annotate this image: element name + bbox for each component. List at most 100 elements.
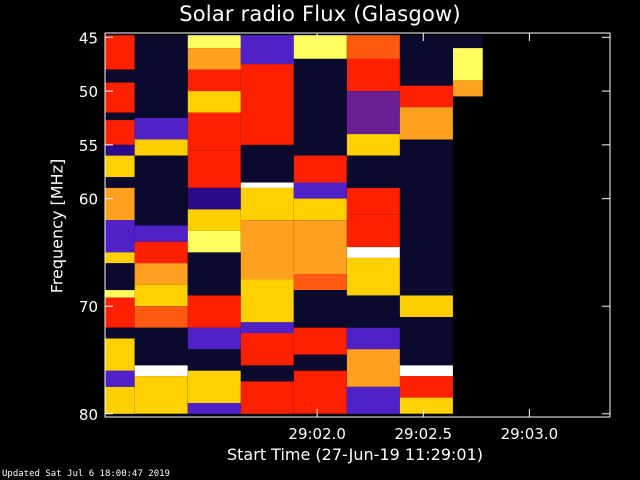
- spectrogram-cell: [187, 150, 241, 188]
- spectrogram-cell: [346, 295, 400, 328]
- spectrogram-cell: [134, 225, 188, 242]
- spectrogram-cell: [105, 69, 135, 83]
- spectrogram-cell: [105, 187, 135, 221]
- spectrogram-cell: [187, 230, 241, 253]
- spectrogram-cell: [105, 220, 135, 253]
- spectrogram-cell: [293, 354, 347, 371]
- y-tick-label: 50: [79, 83, 98, 101]
- spectrogram-cell: [240, 144, 294, 183]
- spectrogram-cell: [187, 112, 241, 151]
- spectrogram-cell: [399, 376, 453, 398]
- spectrogram-cell: [293, 290, 347, 328]
- spectrogram-cell: [105, 35, 135, 70]
- spectrogram-cell: [346, 247, 400, 258]
- spectrogram-cell: [346, 257, 400, 296]
- spectrogram-cell: [346, 187, 400, 215]
- spectrogram-cell: [187, 370, 241, 403]
- spectrogram-cell: [105, 263, 135, 291]
- x-tick-label: 29:02.0: [288, 425, 346, 443]
- spectrogram-cell: [346, 134, 400, 156]
- spectrogram-cell: [293, 198, 347, 221]
- spectrogram-cell: [187, 48, 241, 70]
- spectrogram-cell: [134, 155, 188, 226]
- spectrogram-cell: [105, 120, 135, 145]
- spectrogram-cell: [187, 35, 241, 49]
- spectrogram-cell: [187, 187, 241, 210]
- spectrogram-cell: [240, 187, 294, 221]
- spectrogram-cell: [134, 139, 188, 156]
- plot-area: 45 50 55 60 70 80 29:02.0 29:02.5 29:03.0: [79, 29, 611, 443]
- spectrogram-cell: [293, 273, 347, 290]
- spectrogram-cell: [105, 252, 135, 264]
- spectrogram-cell: [399, 85, 453, 108]
- spectrogram-cell: [399, 365, 453, 377]
- spectrogram-cell: [346, 214, 400, 248]
- spectrogram-cell: [105, 370, 135, 387]
- spectrogram-cell: [134, 365, 188, 377]
- spectrogram-cell: [187, 403, 241, 414]
- spectrogram-cell: [240, 333, 294, 366]
- spectrogram-cell: [293, 35, 347, 59]
- spectrogram-cell: [105, 155, 135, 178]
- spectrogram-cell: [134, 306, 188, 328]
- spectrogram-cell: [453, 48, 483, 81]
- spectrogram-cell: [240, 35, 294, 65]
- spectrogram-cell: [187, 209, 241, 231]
- spectrogram-cell: [105, 327, 135, 339]
- spectrogram-cell: [187, 349, 241, 371]
- spectrogram-cell: [187, 295, 241, 328]
- spectrogram-cell: [240, 220, 294, 280]
- spectrogram-cell: [240, 365, 294, 382]
- y-tick-label: 45: [79, 29, 98, 47]
- spectrogram-cell: [105, 290, 135, 298]
- y-tick-label: 55: [79, 137, 98, 155]
- spectrogram-cell: [293, 220, 347, 274]
- spectrogram-cell: [240, 322, 294, 334]
- spectrogram-cell: [240, 182, 294, 188]
- spectrogram-cell: [346, 91, 400, 135]
- spectrogram-cell: [346, 58, 400, 92]
- spectrogram-cell: [399, 397, 453, 414]
- x-tick-label: 29:02.5: [395, 425, 453, 443]
- spectrogram-cell: [105, 386, 135, 414]
- spectrogram-cells: [105, 35, 483, 414]
- spectrogram-cell: [134, 118, 188, 140]
- spectrogram-cell: [240, 64, 294, 145]
- y-tick-label: 80: [79, 406, 98, 424]
- spectrogram-cell: [105, 112, 135, 121]
- spectrogram-cell: [134, 35, 188, 119]
- spectrogram-cell: [187, 327, 241, 350]
- spectrogram-cell: [293, 155, 347, 183]
- spectrogram-cell: [240, 381, 294, 414]
- spectrogram-cell: [134, 284, 188, 307]
- x-axis-label: Start Time (27-Jun-19 11:29:01): [227, 445, 483, 464]
- spectrogram-cell: [105, 177, 135, 188]
- spectrogram-cell: [105, 338, 135, 371]
- spectrogram-cell: [105, 82, 135, 113]
- spectrogram-cell: [187, 69, 241, 92]
- spectrogram-cell: [187, 252, 241, 296]
- spectrogram-cell: [134, 241, 188, 264]
- spectrogram-cell: [105, 144, 135, 156]
- spectrogram-cell: [293, 182, 347, 199]
- updated-timestamp: Updated Sat Jul 6 18:00:47 2019: [2, 469, 170, 479]
- spectrogram-cell: [134, 327, 188, 366]
- spectrogram-cell: [346, 349, 400, 387]
- spectrogram-cell: [134, 263, 188, 285]
- spectrogram-cell: [399, 107, 453, 140]
- x-tick-label: 29:03.0: [501, 425, 559, 443]
- spectrogram-cell: [346, 386, 400, 414]
- spectrogram-cell: [453, 35, 483, 49]
- y-tick-label: 70: [79, 298, 98, 316]
- spectrogram-cell: [453, 80, 483, 97]
- y-axis-label: Frequency [MHz]: [47, 158, 67, 294]
- spectrogram-cell: [293, 327, 347, 355]
- spectrogram-cell: [346, 155, 400, 188]
- spectrogram-cell: [346, 327, 400, 350]
- spectrogram-cell: [293, 370, 347, 414]
- spectrogram-cell: [346, 35, 400, 59]
- spectrogram-cell: [399, 139, 453, 296]
- spectrogram-cell: [293, 58, 347, 156]
- spectrogram-cell: [134, 376, 188, 414]
- spectrogram-cell: [399, 317, 453, 366]
